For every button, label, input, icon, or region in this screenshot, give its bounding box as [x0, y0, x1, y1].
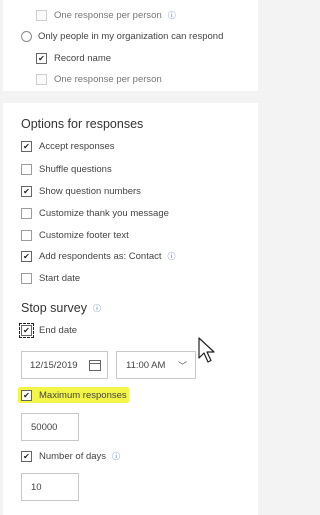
one-response-checkbox[interactable] — [36, 9, 47, 21]
add-respondents-row[interactable]: ✔ Add respondents as: Contact ⓘ — [21, 249, 176, 263]
footer-text-row[interactable]: Customize footer text — [21, 228, 129, 242]
accept-responses-row[interactable]: ✔ Accept responses — [21, 139, 115, 153]
number-of-days-checkbox[interactable]: ✔ — [21, 450, 32, 462]
info-icon[interactable]: ⓘ — [168, 10, 176, 21]
stop-survey-heading-row: Stop survey ⓘ — [21, 299, 101, 317]
number-of-days-value: 10 — [31, 481, 42, 493]
start-date-label: Start date — [39, 272, 81, 284]
info-icon[interactable]: ⓘ — [112, 451, 120, 462]
one-response-sub-row[interactable]: One response per person — [36, 72, 162, 86]
add-respondents-label: Add respondents as: Contact — [39, 250, 162, 262]
end-date-label: End date — [39, 324, 78, 336]
end-time-select[interactable]: 11:00 AM ﹀ — [116, 351, 196, 379]
max-responses-row[interactable]: ✔ Maximum responses — [21, 388, 127, 402]
footer-text-label: Customize footer text — [39, 229, 129, 241]
one-response-sub-label: One response per person — [54, 73, 162, 85]
max-responses-value: 50000 — [31, 421, 58, 433]
show-question-numbers-row[interactable]: ✔ Show question numbers — [21, 184, 141, 198]
shuffle-questions-label: Shuffle questions — [39, 163, 112, 175]
record-name-checkbox[interactable]: ✔ — [36, 52, 47, 64]
thank-you-message-row[interactable]: Customize thank you message — [21, 206, 169, 220]
accept-responses-label: Accept responses — [39, 140, 115, 152]
max-responses-input[interactable]: 50000 — [21, 413, 79, 441]
accept-responses-checkbox[interactable]: ✔ — [21, 140, 32, 152]
record-name-row[interactable]: ✔ Record name — [36, 51, 111, 65]
end-time-value: 11:00 AM — [126, 359, 166, 371]
org-only-radio[interactable] — [21, 30, 32, 42]
end-date-checkbox[interactable]: ✔ — [19, 322, 34, 338]
record-name-label: Record name — [54, 52, 112, 64]
add-respondents-checkbox[interactable]: ✔ — [21, 250, 32, 262]
calendar-icon[interactable] — [89, 359, 101, 371]
end-date-picker[interactable]: 12/15/2019 — [21, 351, 108, 379]
info-icon[interactable]: ⓘ — [93, 303, 101, 314]
options-heading: Options for responses — [21, 117, 144, 131]
chevron-down-icon: ﹀ — [177, 360, 187, 371]
org-only-label: Only people in my organization can respo… — [38, 30, 224, 42]
org-only-radio-row[interactable]: Only people in my organization can respo… — [21, 29, 223, 43]
stop-survey-heading: Stop survey — [21, 301, 88, 315]
response-restrictions-panel: One response per person ⓘ Only people in… — [3, 0, 258, 91]
one-response-label: One response per person — [54, 9, 162, 21]
number-of-days-row[interactable]: ✔ Number of days ⓘ — [21, 449, 120, 463]
options-panel: Options for responses ✔ Accept responses… — [3, 103, 258, 515]
one-response-per-person-row[interactable]: One response per person ⓘ — [36, 8, 176, 22]
number-of-days-label: Number of days — [39, 450, 107, 462]
show-question-numbers-checkbox[interactable]: ✔ — [21, 185, 32, 197]
max-responses-checkbox[interactable]: ✔ — [21, 389, 32, 401]
one-response-sub-checkbox[interactable] — [36, 73, 47, 85]
start-date-row[interactable]: Start date — [21, 271, 80, 285]
start-date-checkbox[interactable] — [21, 272, 32, 284]
show-question-numbers-label: Show question numbers — [39, 185, 141, 197]
shuffle-questions-row[interactable]: Shuffle questions — [21, 162, 112, 176]
info-icon[interactable]: ⓘ — [168, 251, 176, 262]
mouse-cursor-icon — [198, 337, 215, 363]
thank-you-message-checkbox[interactable] — [21, 207, 32, 219]
end-date-row[interactable]: ✔ End date — [19, 322, 78, 338]
number-of-days-input[interactable]: 10 — [21, 473, 79, 501]
footer-text-checkbox[interactable] — [21, 229, 32, 241]
thank-you-message-label: Customize thank you message — [39, 207, 169, 219]
shuffle-questions-checkbox[interactable] — [21, 163, 32, 175]
max-responses-label: Maximum responses — [39, 389, 127, 401]
end-date-value: 12/15/2019 — [30, 359, 78, 371]
